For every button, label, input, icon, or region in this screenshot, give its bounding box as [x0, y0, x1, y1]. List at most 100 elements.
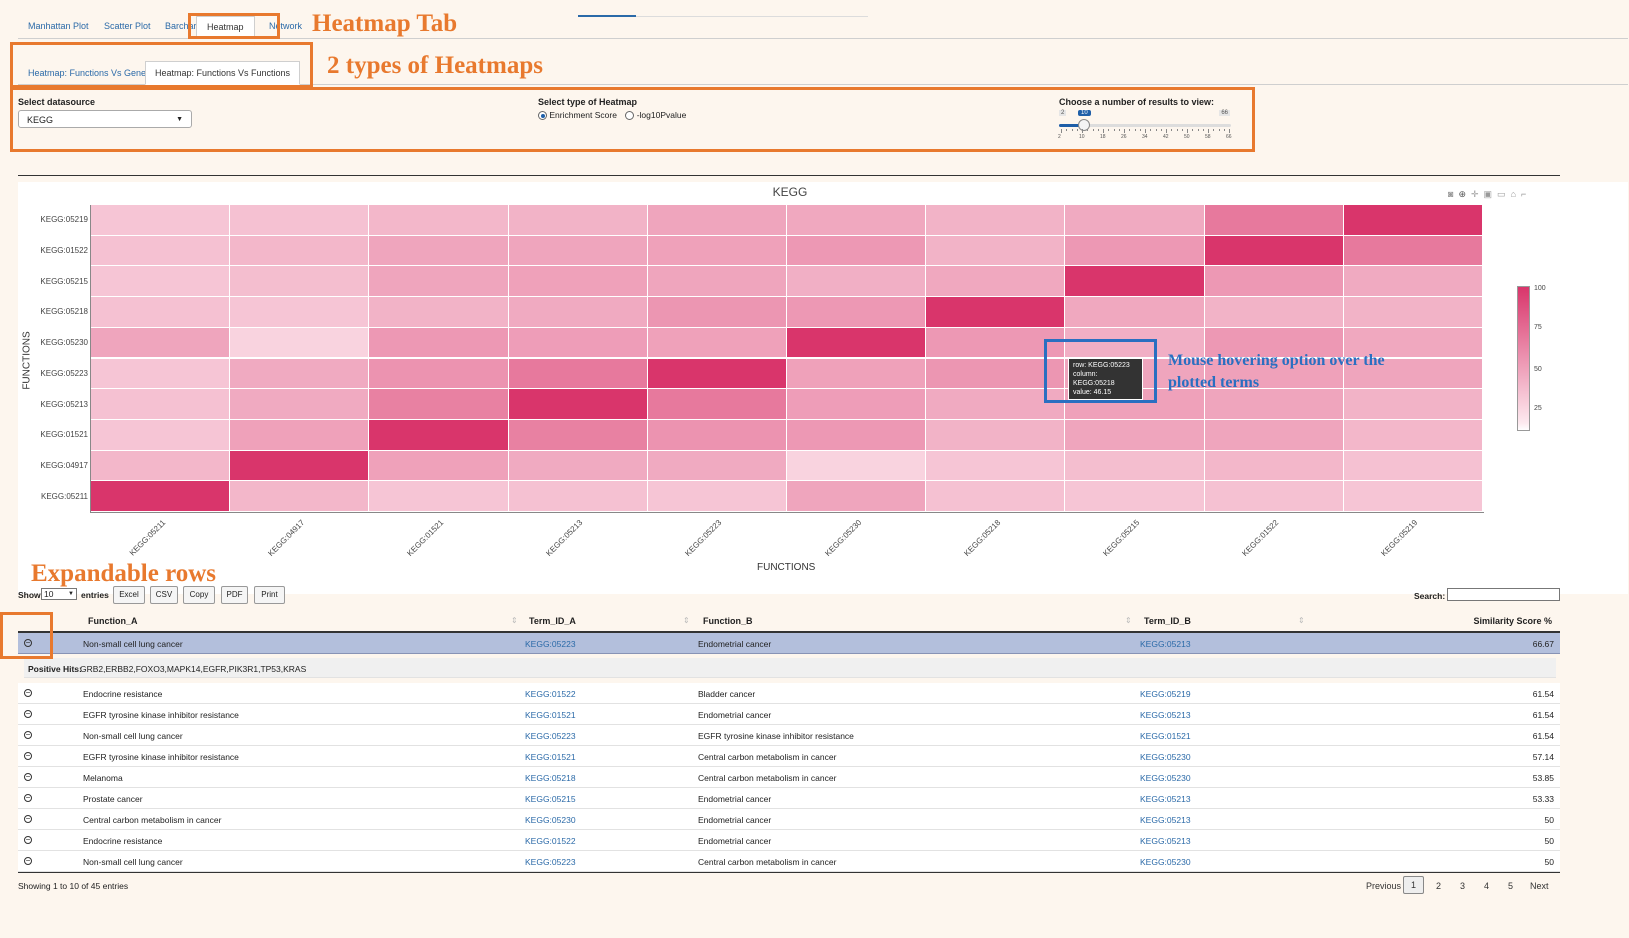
heatmap-cell[interactable]	[230, 327, 370, 359]
heatmap-cell[interactable]	[926, 266, 1066, 298]
cell-term-id-a[interactable]: KEGG:01522	[525, 836, 576, 846]
heatmap-cell[interactable]	[508, 266, 648, 298]
table-row[interactable]: − Prostate cancer KEGG:05215 Endometrial ca…	[18, 788, 1560, 809]
heatmap-cell[interactable]	[91, 205, 231, 236]
cell-term-id-a[interactable]: KEGG:01522	[525, 689, 576, 699]
heatmap-cell[interactable]	[230, 358, 370, 390]
cell-term-id-b[interactable]: KEGG:05230	[1140, 773, 1191, 783]
cell-term-id-b[interactable]: KEGG:05213	[1140, 794, 1191, 804]
pagination-page[interactable]: 2	[1436, 881, 1441, 891]
heatmap-cell[interactable]	[1065, 205, 1205, 236]
heatmap-cell[interactable]	[1204, 481, 1344, 512]
heatmap-cell[interactable]	[926, 297, 1066, 328]
sort-icon[interactable]: ⇕	[511, 616, 518, 625]
heatmap-cell[interactable]	[91, 266, 231, 298]
cell-term-id-b[interactable]: KEGG:05213	[1140, 815, 1191, 825]
heatmap-cell[interactable]	[369, 266, 509, 298]
table-row[interactable]: − Endocrine resistance KEGG:01522 Bladder c…	[18, 683, 1560, 704]
heatmap-cell[interactable]	[230, 481, 370, 512]
col-similarity-score[interactable]: Similarity Score %	[1473, 616, 1552, 626]
cell-term-id-b[interactable]: KEGG:05230	[1140, 752, 1191, 762]
heatmap-cell[interactable]	[1204, 419, 1344, 451]
heatmap-cell[interactable]	[369, 297, 509, 328]
copy-button[interactable]: Copy	[183, 586, 215, 604]
heatmap-cell[interactable]	[230, 450, 370, 482]
heatmap-cell[interactable]	[647, 481, 787, 512]
heatmap-cell[interactable]	[369, 419, 509, 451]
heatmap-cell[interactable]	[369, 389, 509, 420]
heatmap-cell[interactable]	[647, 419, 787, 451]
expand-icon[interactable]: −	[24, 815, 32, 823]
home-icon[interactable]: ⌂	[1511, 189, 1521, 199]
cell-term-id-b[interactable]: KEGG:05219	[1140, 689, 1191, 699]
heatmap-cell[interactable]	[1204, 266, 1344, 298]
heatmap-cell[interactable]	[787, 358, 927, 390]
lasso-icon[interactable]: ▭	[1497, 189, 1511, 199]
cell-term-id-b[interactable]: KEGG:05213	[1140, 639, 1191, 649]
pagination-page[interactable]: 5	[1508, 881, 1513, 891]
cell-term-id-a[interactable]: KEGG:05223	[525, 857, 576, 867]
box-select-icon[interactable]: ▣	[1484, 189, 1498, 199]
table-row[interactable]: − Non-small cell lung cancer KEGG:05223 EGF…	[18, 725, 1560, 746]
heatmap-cell[interactable]	[230, 389, 370, 420]
cell-term-id-b[interactable]: KEGG:05213	[1140, 836, 1191, 846]
search-input[interactable]	[1447, 588, 1560, 601]
pagination-page[interactable]: 1	[1403, 876, 1425, 894]
expand-icon[interactable]: −	[24, 857, 32, 865]
heatmap-cell[interactable]	[1204, 450, 1344, 482]
heatmap-cell[interactable]	[508, 205, 648, 236]
cell-term-id-a[interactable]: KEGG:05223	[525, 639, 576, 649]
heatmap-cell[interactable]	[1343, 266, 1483, 298]
pan-icon[interactable]: ✛	[1471, 189, 1484, 199]
heatmap-cell[interactable]	[508, 358, 648, 390]
heatmap-cell[interactable]	[926, 419, 1066, 451]
cell-term-id-a[interactable]: KEGG:05230	[525, 815, 576, 825]
heatmap-cell[interactable]	[647, 205, 787, 236]
heatmap-cell[interactable]	[230, 235, 370, 267]
plotly-icon[interactable]: ⌐	[1521, 189, 1531, 199]
excel-button[interactable]: Excel	[113, 586, 145, 604]
tab-scatter-plot[interactable]: Scatter Plot	[104, 21, 151, 31]
expand-icon[interactable]: −	[24, 710, 32, 718]
col-term-id-a[interactable]: Term_ID_A	[529, 616, 576, 626]
results-slider[interactable]: 2 66 10 2 10 18 26 34 42 50 58 66	[1058, 110, 1234, 146]
tab-manhattan-plot[interactable]: Manhattan Plot	[28, 21, 89, 31]
heatmap-cell[interactable]	[1204, 235, 1344, 267]
sort-icon[interactable]: ⇕	[1125, 616, 1132, 625]
pagination-page[interactable]: 3	[1460, 881, 1465, 891]
table-row[interactable]: − EGFR tyrosine kinase inhibitor resistan…	[18, 704, 1560, 725]
heatmap-cell[interactable]	[508, 235, 648, 267]
heatmap-cell[interactable]	[926, 205, 1066, 236]
heatmap-cell[interactable]	[1204, 205, 1344, 236]
heatmap-cell[interactable]	[91, 327, 231, 359]
heatmap-cell[interactable]	[91, 297, 231, 328]
cell-term-id-a[interactable]: KEGG:05223	[525, 731, 576, 741]
heatmap-cell[interactable]	[1065, 297, 1205, 328]
radio-log10pvalue[interactable]	[625, 111, 635, 121]
expand-icon[interactable]: −	[24, 731, 32, 739]
heatmap-cell[interactable]	[369, 450, 509, 482]
heatmap-cell[interactable]	[230, 419, 370, 451]
heatmap-cell[interactable]	[1204, 297, 1344, 328]
sort-icon[interactable]: ⇕	[1298, 616, 1305, 625]
cell-term-id-a[interactable]: KEGG:01521	[525, 752, 576, 762]
heatmap-cell[interactable]	[926, 235, 1066, 267]
heatmap-cell[interactable]	[1065, 235, 1205, 267]
heatmap-cell[interactable]	[1065, 419, 1205, 451]
cell-term-id-a[interactable]: KEGG:05218	[525, 773, 576, 783]
heatmap-cell[interactable]	[787, 266, 927, 298]
heatmap-cell[interactable]	[787, 327, 927, 359]
heatmap-cell[interactable]	[508, 297, 648, 328]
heatmap-cell[interactable]	[1343, 481, 1483, 512]
heatmap-cell[interactable]	[508, 450, 648, 482]
table-row[interactable]: − Non-small cell lung cancer KEGG:05223 Cen…	[18, 851, 1560, 872]
heatmap-cell[interactable]	[91, 358, 231, 390]
heatmap-cell[interactable]	[647, 358, 787, 390]
cell-term-id-b[interactable]: KEGG:05230	[1140, 857, 1191, 867]
heatmap-cell[interactable]	[647, 297, 787, 328]
heatmap-cell[interactable]	[369, 235, 509, 267]
datasource-select[interactable]: KEGG ▼	[18, 110, 192, 128]
heatmap-cell[interactable]	[647, 235, 787, 267]
cell-term-id-a[interactable]: KEGG:01521	[525, 710, 576, 720]
heatmap-cell[interactable]	[1065, 450, 1205, 482]
